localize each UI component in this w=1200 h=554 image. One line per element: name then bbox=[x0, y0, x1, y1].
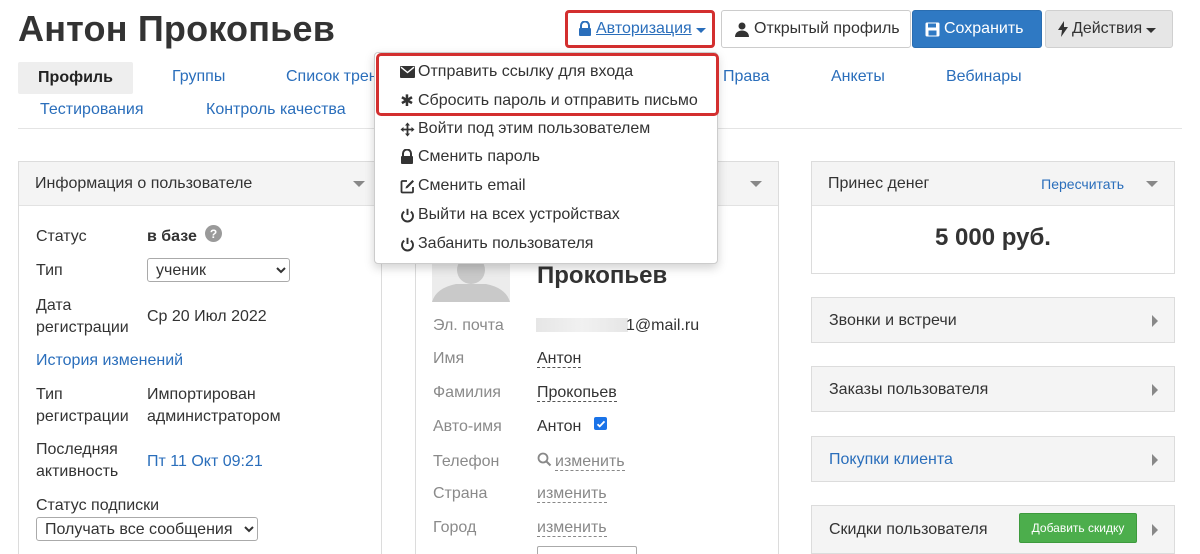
last-activity-label: Последняя активность bbox=[36, 441, 119, 480]
menu-item-logout-all-devices[interactable]: Выйти на всех устройствах bbox=[399, 206, 620, 224]
lastname-value[interactable]: Прокопьев bbox=[537, 384, 617, 402]
money-panel-header[interactable]: Принес денег Пересчитать bbox=[812, 162, 1174, 206]
menu-item-label: Сменить пароль bbox=[418, 148, 541, 165]
chevron-down-icon[interactable] bbox=[1146, 181, 1158, 187]
purchases-panel-title: Покупки клиента bbox=[829, 451, 953, 468]
tab-rights[interactable]: Права bbox=[723, 68, 770, 86]
autoname-label: Авто-имя bbox=[433, 418, 502, 435]
lock-icon bbox=[578, 21, 592, 37]
registration-date-value: Ср 20 Июл 2022 bbox=[147, 308, 267, 325]
floppy-disk-icon bbox=[925, 22, 940, 37]
menu-item-change-email[interactable]: Сменить email bbox=[399, 177, 526, 195]
phone-change-link[interactable]: изменить bbox=[555, 453, 625, 471]
purchases-panel[interactable]: Покупки клиента bbox=[811, 436, 1175, 482]
orders-panel[interactable]: Заказы пользователя bbox=[811, 366, 1175, 412]
history-link[interactable]: История изменений bbox=[36, 350, 183, 372]
discounts-panel[interactable]: Скидки пользователя Добавить скидку bbox=[811, 505, 1175, 554]
recalculate-link[interactable]: Пересчитать bbox=[1041, 176, 1124, 192]
phone-label: Телефон bbox=[433, 453, 500, 470]
lastname-label: Фамилия bbox=[433, 384, 501, 401]
money-panel-title: Принес денег bbox=[828, 174, 930, 192]
calls-panel-title: Звонки и встречи bbox=[829, 312, 957, 329]
menu-item-label: Сменить email bbox=[418, 177, 526, 194]
menu-item-login-as-user[interactable]: Войти под этим пользователем bbox=[399, 120, 650, 138]
country-change-link[interactable]: изменить bbox=[537, 485, 607, 503]
check-icon bbox=[596, 420, 605, 428]
extra-field-input[interactable] bbox=[537, 546, 637, 554]
tab-training-list[interactable]: Список трен bbox=[286, 68, 378, 86]
registration-date-label: Дата регистрации bbox=[36, 297, 129, 336]
city-change-link[interactable]: изменить bbox=[537, 519, 607, 537]
profile-surname-heading: Прокопьев bbox=[537, 262, 668, 289]
user-info-header[interactable]: Информация о пользователе bbox=[19, 162, 381, 206]
name-value[interactable]: Антон bbox=[537, 350, 582, 368]
open-profile-label: Открытый профиль bbox=[754, 20, 900, 37]
email-value[interactable]: 1@mail.ru bbox=[626, 315, 699, 337]
add-discount-button[interactable]: Добавить скидку bbox=[1019, 513, 1137, 543]
money-amount: 5 000 руб. bbox=[935, 224, 1051, 251]
country-label: Страна bbox=[433, 485, 488, 502]
last-activity-value[interactable]: Пт 11 Окт 09:21 bbox=[147, 451, 263, 473]
help-icon[interactable]: ? bbox=[205, 225, 222, 242]
chevron-down-icon[interactable] bbox=[750, 181, 762, 187]
subscription-select[interactable]: Получать все сообщения bbox=[36, 517, 258, 541]
tab-webinars[interactable]: Вебинары bbox=[946, 68, 1022, 86]
save-button[interactable]: Сохранить bbox=[912, 10, 1042, 48]
orders-panel-title: Заказы пользователя bbox=[829, 381, 989, 398]
chevron-right-icon bbox=[1152, 524, 1158, 536]
chevron-down-icon bbox=[1146, 27, 1157, 33]
user-info-title: Информация о пользователе bbox=[35, 174, 253, 192]
registration-type-value: Импортирован администратором bbox=[147, 386, 281, 425]
city-label: Город bbox=[433, 519, 477, 536]
registration-type-label: Тип регистрации bbox=[36, 386, 129, 425]
name-label: Имя bbox=[433, 350, 465, 367]
chevron-down-icon[interactable] bbox=[353, 181, 365, 187]
menu-highlight-frame bbox=[376, 53, 719, 116]
email-redaction bbox=[536, 318, 628, 332]
chevron-right-icon bbox=[1152, 454, 1158, 466]
user-icon bbox=[734, 21, 750, 37]
money-panel: Принес денег Пересчитать 5 000 руб. bbox=[811, 161, 1175, 274]
open-profile-button[interactable]: Открытый профиль bbox=[721, 10, 911, 48]
avatar[interactable] bbox=[432, 264, 510, 302]
edit-icon bbox=[399, 179, 415, 194]
menu-item-ban-user[interactable]: Забанить пользователя bbox=[399, 235, 593, 253]
page-title: Антон Прокопьев bbox=[18, 8, 336, 49]
menu-item-label: Забанить пользователя bbox=[418, 235, 594, 252]
type-label: Тип bbox=[36, 262, 63, 279]
actions-button[interactable]: Действия bbox=[1045, 10, 1173, 48]
save-label: Сохранить bbox=[944, 20, 1024, 37]
power-icon bbox=[399, 208, 415, 223]
tab-groups[interactable]: Группы bbox=[172, 68, 225, 86]
tab-quality-control[interactable]: Контроль качества bbox=[206, 101, 346, 119]
status-value: в базе bbox=[147, 228, 197, 245]
status-label: Статус bbox=[36, 228, 87, 245]
email-label: Эл. почта bbox=[433, 317, 504, 334]
move-icon bbox=[399, 122, 415, 137]
chevron-down-icon bbox=[695, 27, 706, 33]
calls-panel[interactable]: Звонки и встречи bbox=[811, 297, 1175, 343]
menu-item-change-password[interactable]: Сменить пароль bbox=[399, 148, 540, 166]
tab-surveys[interactable]: Анкеты bbox=[831, 68, 885, 86]
chevron-right-icon bbox=[1152, 315, 1158, 327]
power-icon bbox=[399, 237, 415, 252]
authorization-label: Авторизация bbox=[596, 20, 692, 37]
menu-item-label: Выйти на всех устройствах bbox=[418, 206, 620, 223]
search-icon bbox=[537, 452, 552, 472]
actions-label: Действия bbox=[1072, 20, 1143, 37]
discounts-panel-title: Скидки пользователя bbox=[829, 521, 988, 538]
type-select[interactable]: ученик bbox=[147, 258, 290, 282]
chevron-right-icon bbox=[1152, 384, 1158, 396]
authorization-button[interactable]: Авторизация bbox=[565, 10, 715, 48]
lock-icon bbox=[399, 149, 415, 165]
tab-testing[interactable]: Тестирования bbox=[40, 101, 144, 119]
autoname-value: Антон bbox=[537, 418, 582, 435]
lightning-icon bbox=[1058, 21, 1068, 37]
autoname-checkbox[interactable] bbox=[594, 417, 607, 430]
subscription-label: Статус подписки bbox=[36, 497, 160, 514]
menu-item-label: Войти под этим пользователем bbox=[418, 120, 651, 137]
tab-profile[interactable]: Профиль bbox=[18, 62, 133, 94]
